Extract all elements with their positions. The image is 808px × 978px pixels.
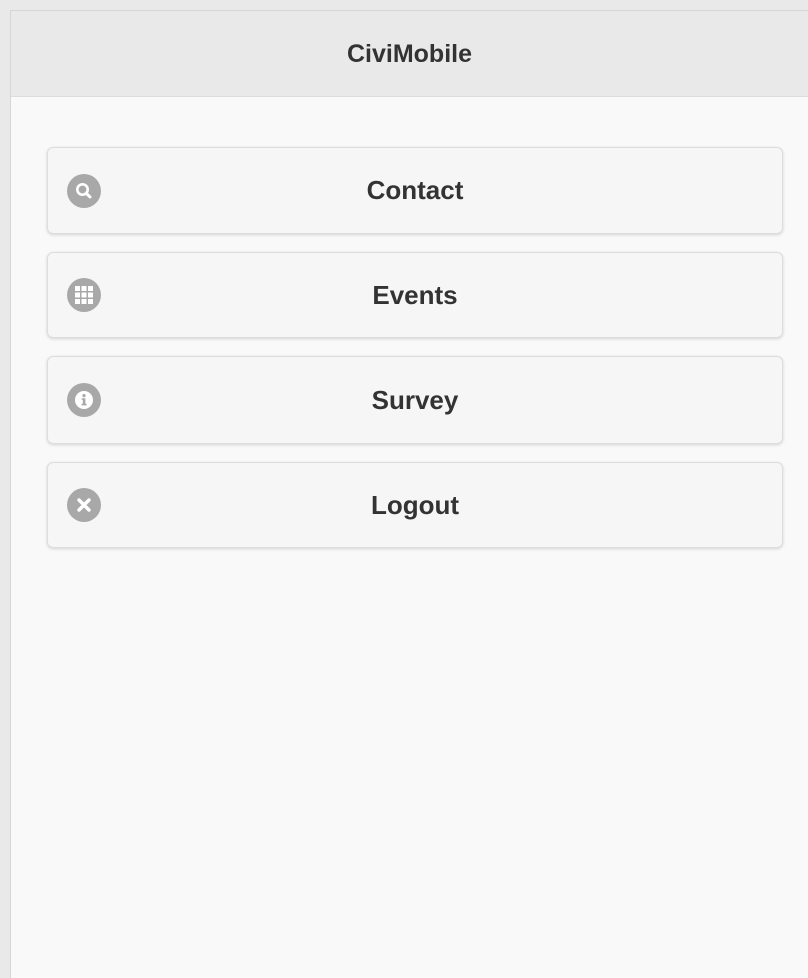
info-icon bbox=[67, 383, 101, 417]
logout-label: Logout bbox=[370, 489, 460, 520]
survey-label: Survey bbox=[371, 384, 459, 415]
app-header: CiviMobile bbox=[11, 11, 808, 97]
close-icon bbox=[67, 488, 101, 522]
main-menu: Contact Events Survey Logout bbox=[47, 147, 783, 566]
contact-button[interactable]: Contact bbox=[47, 147, 783, 234]
grid-icon bbox=[67, 278, 101, 312]
survey-button[interactable]: Survey bbox=[47, 356, 783, 444]
contact-label: Contact bbox=[366, 175, 464, 205]
search-icon bbox=[67, 173, 101, 208]
events-label: Events bbox=[372, 279, 458, 310]
page-title: CiviMobile bbox=[346, 40, 472, 68]
events-button[interactable]: Events bbox=[47, 252, 783, 338]
app-window: CiviMobile Contact Events Survey Logout bbox=[10, 10, 808, 978]
logout-button[interactable]: Logout bbox=[47, 462, 783, 548]
